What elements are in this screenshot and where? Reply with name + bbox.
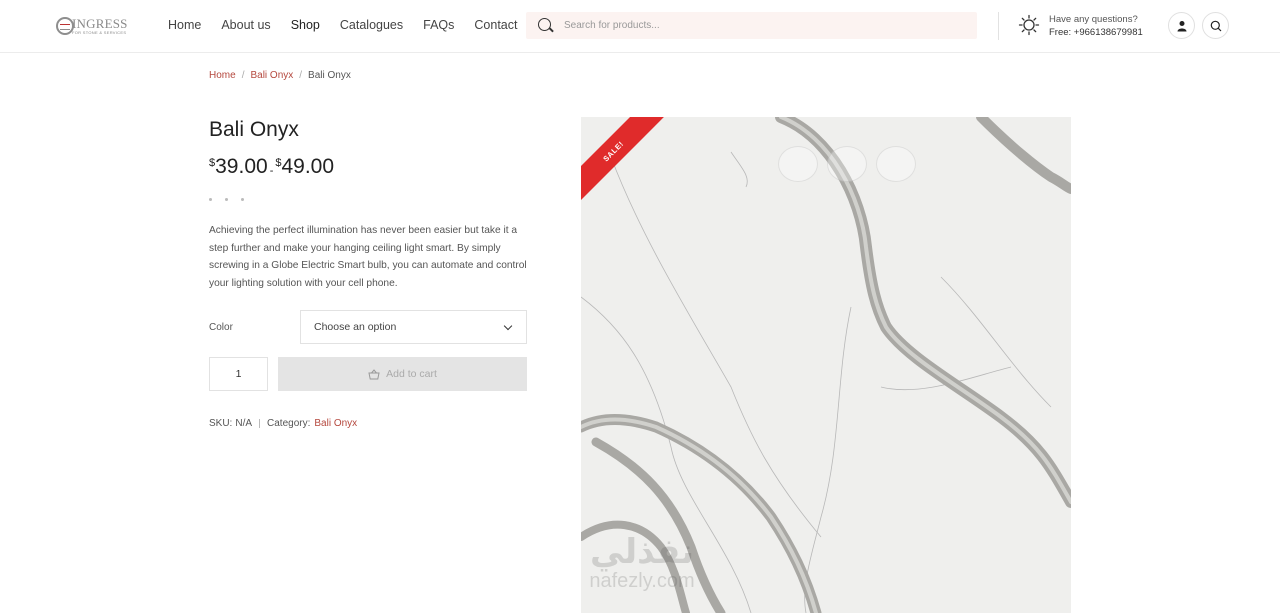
color-select-value: Choose an option [314, 321, 397, 333]
header-search-button[interactable] [1202, 12, 1229, 39]
logo-text: INGRESS FOR STONE & SERVICES [72, 17, 128, 35]
breadcrumb-current: Bali Onyx [308, 70, 351, 81]
site-logo[interactable]: INGRESS FOR STONE & SERVICES [56, 14, 132, 38]
product-meta: SKU: N/A Category: Bali Onyx [209, 418, 357, 429]
decorative-dots [209, 198, 244, 201]
product-description: Achieving the perfect illumination has n… [209, 225, 527, 289]
dot [241, 198, 244, 201]
product-price: $ 39.00 - $ 49.00 [209, 155, 334, 179]
breadcrumb: Home / Bali Onyx / Bali Onyx [209, 70, 351, 81]
color-label: Color [209, 322, 233, 333]
search-icon[interactable] [534, 12, 564, 39]
breadcrumb-category[interactable]: Bali Onyx [250, 70, 293, 81]
logo-tagline: FOR STONE & SERVICES [72, 30, 127, 35]
breadcrumb-separator: / [241, 70, 245, 81]
category-label: Category: [267, 418, 311, 429]
thumbnail[interactable] [876, 146, 916, 182]
thumbnail[interactable] [827, 146, 867, 182]
nav-about-us[interactable]: About us [221, 18, 270, 32]
thumbnail[interactable] [778, 146, 818, 182]
product-title: Bali Onyx [209, 118, 299, 141]
basket-icon [368, 368, 380, 379]
help-contact: Have any questions? Free: +966138679981 [1049, 13, 1143, 39]
account-button[interactable] [1168, 12, 1195, 39]
category-link[interactable]: Bali Onyx [314, 418, 357, 429]
breadcrumb-separator: / [299, 70, 303, 81]
nav-faqs[interactable]: FAQs [423, 18, 454, 32]
sun-gear-icon [1018, 14, 1040, 36]
meta-divider [259, 419, 261, 428]
search-icon [1210, 20, 1221, 31]
dot [209, 198, 212, 201]
nav-shop[interactable]: Shop [291, 18, 320, 32]
help-question: Have any questions? [1049, 14, 1138, 25]
color-select[interactable]: Choose an option [300, 310, 527, 344]
sku-value: N/A [235, 418, 253, 429]
add-to-cart-button[interactable]: Add to cart [278, 357, 527, 391]
search-input[interactable] [564, 20, 944, 31]
watermark: نفذلي nafezly.com [562, 532, 722, 612]
dot [225, 198, 228, 201]
chevron-down-icon [503, 321, 513, 331]
watermark-arabic: نفذلي [589, 532, 695, 572]
gallery-thumbnails [778, 146, 916, 182]
globe-logo-icon [56, 17, 74, 35]
header-divider [998, 12, 999, 40]
watermark-latin: nafezly.com [589, 570, 695, 592]
nav-contact[interactable]: Contact [474, 18, 517, 32]
nav-catalogues[interactable]: Catalogues [340, 18, 403, 32]
quantity-input[interactable]: 1 [209, 357, 268, 391]
price-min: 39.00 [215, 155, 268, 178]
main-nav: Home About us Shop Catalogues FAQs Conta… [168, 18, 538, 32]
help-phone[interactable]: Free: +966138679981 [1049, 26, 1143, 39]
price-separator: - [269, 165, 274, 177]
logo-name: INGRESS [72, 16, 128, 31]
add-to-cart-label: Add to cart [386, 368, 437, 380]
site-header: INGRESS FOR STONE & SERVICES Home About … [0, 0, 1280, 53]
breadcrumb-home[interactable]: Home [209, 70, 236, 81]
search-bar [526, 12, 977, 39]
nav-home[interactable]: Home [168, 18, 201, 32]
user-icon [1177, 20, 1186, 31]
sku-label: SKU: [209, 418, 233, 429]
price-max: 49.00 [281, 155, 335, 178]
